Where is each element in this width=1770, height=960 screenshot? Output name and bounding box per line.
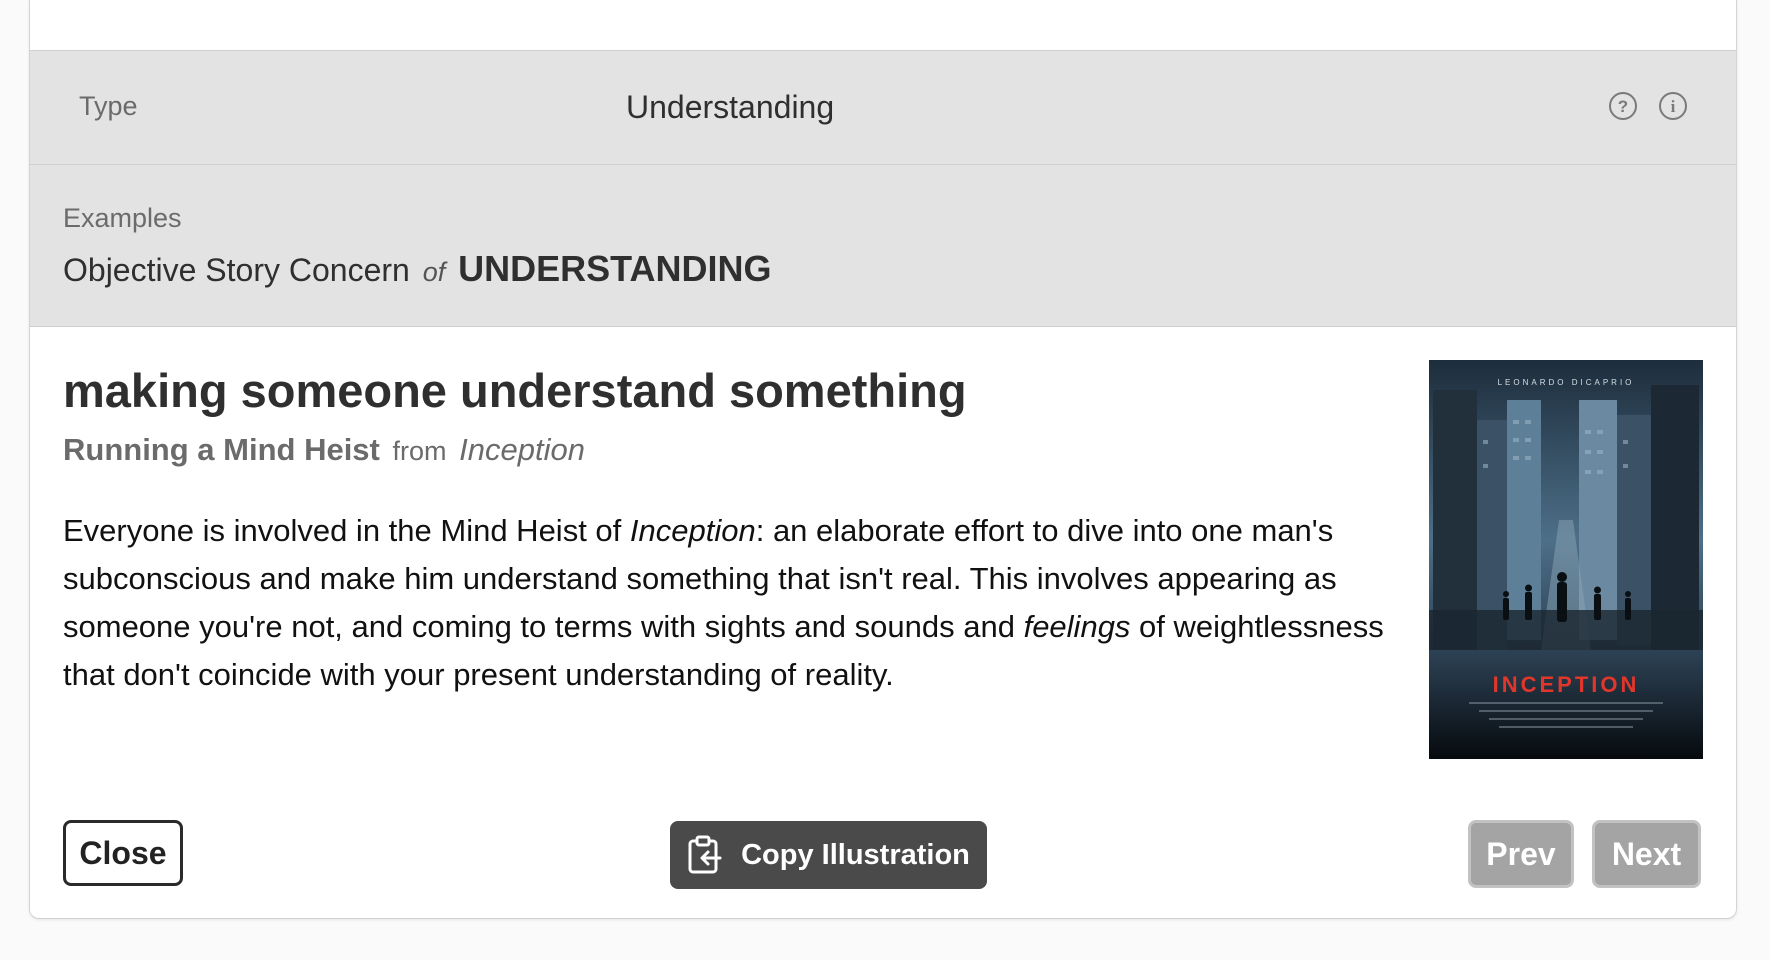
examples-prefix: Objective Story Concern xyxy=(63,252,410,288)
prev-button[interactable]: Prev xyxy=(1468,820,1574,888)
film-title: Inception xyxy=(459,432,585,467)
copy-illustration-button[interactable]: Copy Illustration xyxy=(670,821,987,889)
illustration-heading: making someone understand something xyxy=(63,364,967,417)
clipboard-icon xyxy=(687,835,723,875)
type-value: Understanding xyxy=(626,89,835,125)
illustration-source: Running a Mind Heist from Inception xyxy=(63,432,585,468)
from-word: from xyxy=(392,436,447,466)
type-row: Type Understanding ? i xyxy=(30,51,1736,165)
examples-connector: of xyxy=(422,257,446,287)
examples-line: Objective Story Concern of UNDERSTANDING xyxy=(63,248,771,290)
example-title: Running a Mind Heist xyxy=(63,432,380,467)
examples-concern: UNDERSTANDING xyxy=(458,248,772,289)
movie-poster-image: LEONARDO DICAPRIO INCEPTION xyxy=(1429,360,1703,759)
poster-actor-text: LEONARDO DICAPRIO xyxy=(1498,378,1635,387)
body-feelings-italic: feelings xyxy=(1023,609,1131,644)
question-circle-icon[interactable]: ? xyxy=(1609,92,1637,120)
illustration-body: Everyone is involved in the Mind Heist o… xyxy=(63,507,1403,699)
info-circle-icon[interactable]: i xyxy=(1659,92,1687,120)
type-label: Type xyxy=(79,91,138,121)
close-button[interactable]: Close xyxy=(63,820,183,886)
body-film-italic: Inception xyxy=(629,513,756,548)
poster-title-text: INCEPTION xyxy=(1493,672,1640,697)
examples-label: Examples xyxy=(63,203,182,233)
copy-button-label: Copy Illustration xyxy=(741,838,970,871)
detail-panel: Type Understanding ? i Examples Objectiv… xyxy=(29,0,1737,919)
type-icons: ? i xyxy=(1609,92,1687,120)
next-button[interactable]: Next xyxy=(1592,820,1701,888)
top-strip xyxy=(30,0,1736,51)
examples-row: Examples Objective Story Concern of UNDE… xyxy=(30,165,1736,327)
body-part-1: Everyone is involved in the Mind Heist o… xyxy=(63,513,630,548)
